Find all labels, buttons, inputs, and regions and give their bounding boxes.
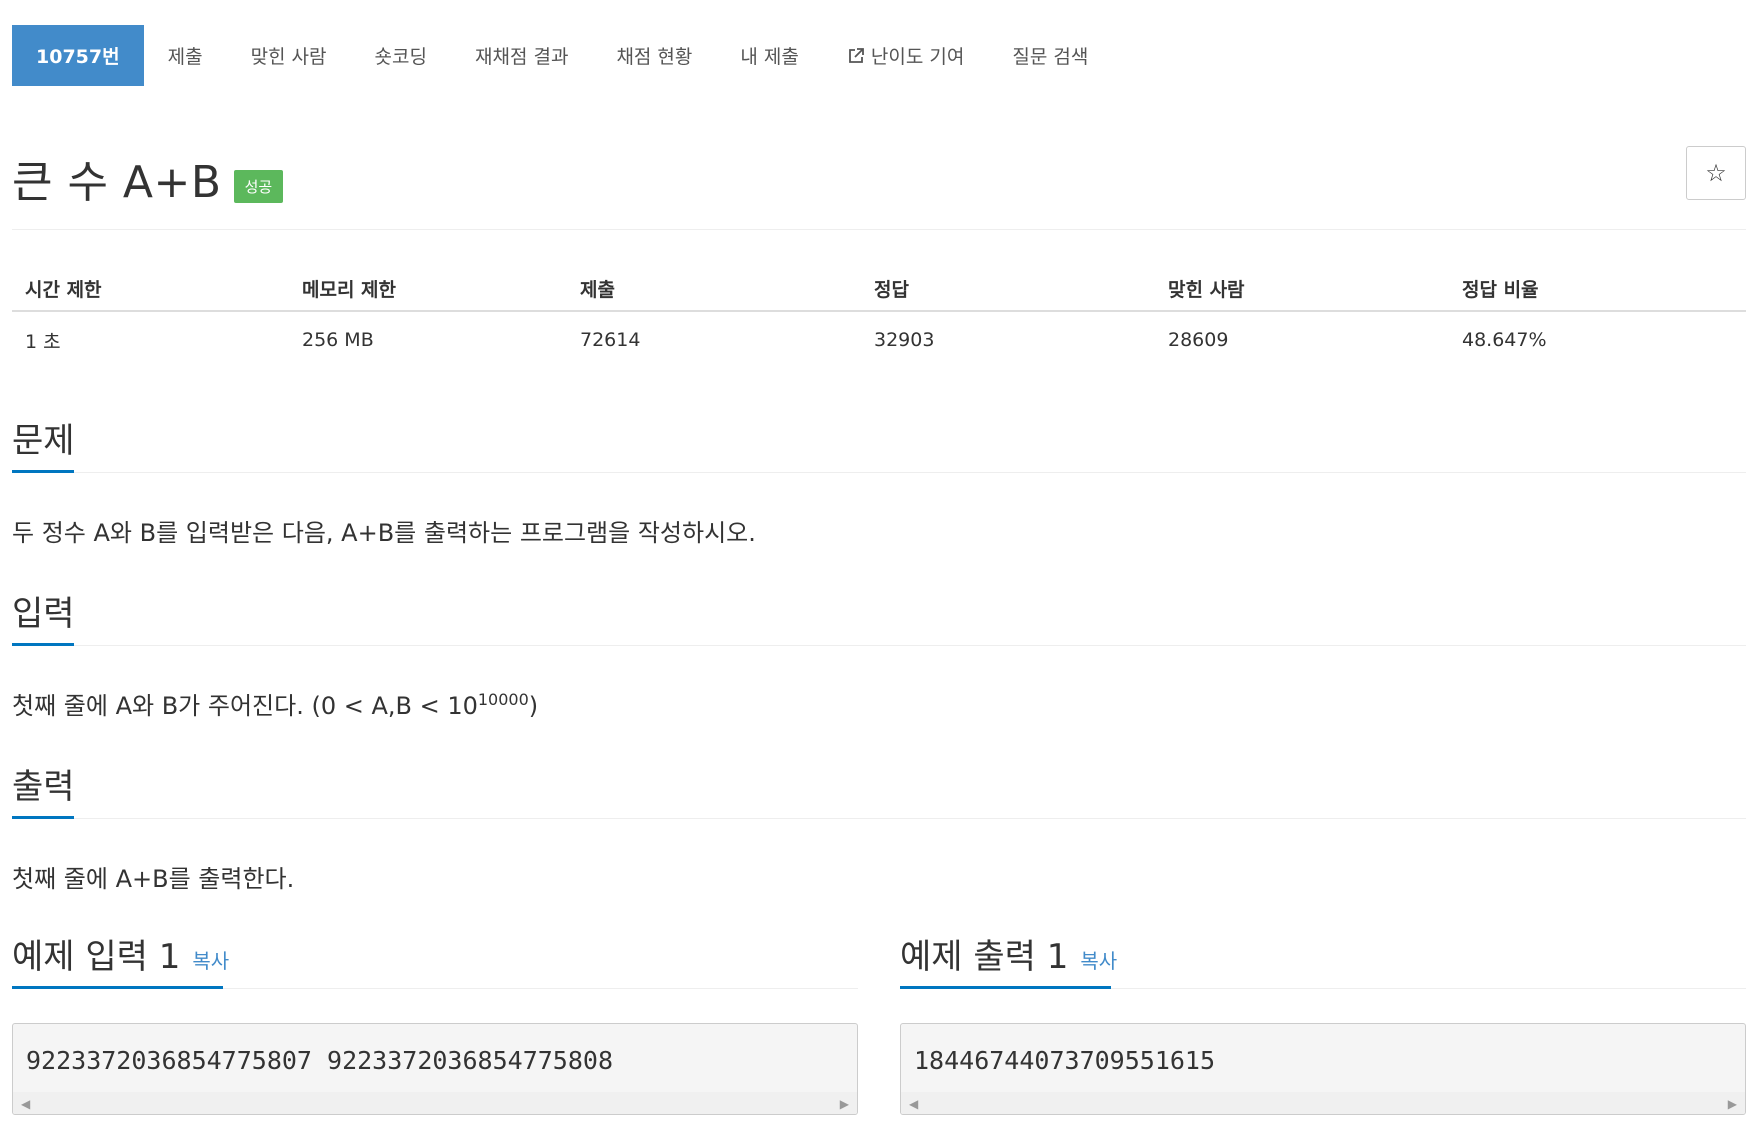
problem-info-table: 시간 제한 메모리 제한 제출 정답 맞힌 사람 정답 비율 1 초 256 M… (12, 266, 1746, 368)
header-accept-ratio: 정답 비율 (1462, 278, 1539, 301)
tab-problem-number[interactable]: 10757번 (12, 25, 144, 86)
sample-output-section: 예제 출력 1 복사 18446744073709551615 ◀ ▶ (900, 934, 1746, 1115)
header-solved-users: 맞힌 사람 (1168, 278, 1245, 301)
section-heading: 문제 (12, 418, 1746, 473)
tab-my-submissions[interactable]: 내 제출 (716, 25, 822, 86)
sample-input-value: 9223372036854775807 9223372036854775808 (26, 1046, 613, 1075)
tab-solved-users[interactable]: 맞힌 사람 (227, 25, 351, 86)
output-heading: 출력 (12, 767, 75, 807)
section-heading: 예제 출력 1 복사 (900, 934, 1746, 989)
favorite-star-button[interactable]: ☆ (1686, 146, 1746, 200)
header-submissions: 제출 (580, 278, 615, 301)
external-link-icon (847, 47, 865, 65)
input-text-suffix: ) (528, 692, 539, 720)
title-divider (12, 229, 1746, 230)
sample-input-box[interactable]: 9223372036854775807 9223372036854775808 … (12, 1023, 858, 1115)
heading-underline (12, 470, 74, 473)
sample-output-heading: 예제 출력 1 (900, 937, 1069, 977)
scroll-right-icon[interactable]: ▶ (840, 1097, 849, 1111)
sample-input-heading-wrap: 예제 입력 1 복사 (12, 929, 229, 978)
problem-heading: 문제 (12, 421, 75, 461)
section-heading: 입력 (12, 591, 1746, 646)
value-accept-ratio: 48.647% (1462, 329, 1547, 351)
input-heading: 입력 (12, 594, 75, 634)
input-text-exponent: 10000 (477, 690, 529, 709)
header-time-limit: 시간 제한 (25, 278, 102, 301)
tab-difficulty-contribution-label: 난이도 기여 (870, 46, 965, 68)
horizontal-scrollbar[interactable]: ◀ ▶ (901, 1092, 1745, 1114)
heading-underline (12, 986, 223, 989)
page-title: 큰 수 A+B (12, 157, 222, 208)
heading-underline (900, 986, 1111, 989)
heading-underline (12, 816, 74, 819)
problem-description-section: 문제 두 정수 A와 B를 입력받은 다음, A+B를 출력하는 프로그램을 작… (12, 418, 1746, 548)
section-heading: 출력 (12, 764, 1746, 819)
value-solved-users: 28609 (1168, 329, 1229, 351)
value-accepted: 32903 (874, 329, 935, 351)
scroll-right-icon[interactable]: ▶ (1728, 1097, 1737, 1111)
header-memory-limit: 메모리 제한 (302, 278, 397, 301)
header-accepted: 정답 (874, 278, 909, 301)
heading-underline (12, 643, 74, 646)
status-badge: 성공 (233, 169, 284, 203)
horizontal-scrollbar[interactable]: ◀ ▶ (13, 1092, 857, 1114)
table-row: 1 초 256 MB 72614 32903 28609 48.647% (12, 312, 1746, 368)
sample-output-value: 18446744073709551615 (914, 1046, 1216, 1075)
tab-judge-status[interactable]: 채점 현황 (592, 25, 716, 86)
value-time-limit: 1 초 (25, 330, 61, 353)
problem-text: 두 정수 A와 B를 입력받은 다음, A+B를 출력하는 프로그램을 작성하시… (12, 519, 756, 547)
star-icon: ☆ (1705, 159, 1727, 187)
input-text-prefix: 첫째 줄에 A와 B가 주어진다. (0 < A,B < 10 (12, 692, 478, 720)
value-submissions: 72614 (580, 329, 641, 351)
input-text: 첫째 줄에 A와 B가 주어진다. (0 < A,B < 1010000) (12, 686, 1746, 721)
tab-submit[interactable]: 제출 (144, 25, 227, 86)
output-text: 첫째 줄에 A+B를 출력한다. (12, 865, 295, 893)
sample-output-box[interactable]: 18446744073709551615 ◀ ▶ (900, 1023, 1746, 1115)
copy-output-link[interactable]: 복사 (1080, 949, 1117, 973)
tab-difficulty-contribution[interactable]: 난이도 기여 (823, 25, 988, 86)
tab-short-coding[interactable]: 숏코딩 (351, 25, 451, 86)
sample-input-section: 예제 입력 1 복사 9223372036854775807 9223372036… (12, 934, 858, 1115)
scroll-left-icon[interactable]: ◀ (909, 1097, 918, 1111)
problem-title-row: 큰 수 A+B 성공 (12, 146, 284, 210)
tab-rejudge-results[interactable]: 재채점 결과 (451, 25, 592, 86)
problem-nav: 10757번 제출 맞힌 사람 숏코딩 재채점 결과 채점 현황 내 제출 난이… (12, 25, 1112, 86)
tab-question-search[interactable]: 질문 검색 (988, 25, 1112, 86)
value-memory-limit: 256 MB (302, 329, 374, 351)
section-heading: 예제 입력 1 복사 (12, 934, 858, 989)
sample-output-heading-wrap: 예제 출력 1 복사 (900, 929, 1117, 978)
sample-input-heading: 예제 입력 1 (12, 937, 181, 977)
scroll-left-icon[interactable]: ◀ (21, 1097, 30, 1111)
table-header-row: 시간 제한 메모리 제한 제출 정답 맞힌 사람 정답 비율 (12, 266, 1746, 312)
copy-input-link[interactable]: 복사 (192, 949, 229, 973)
input-section: 입력 첫째 줄에 A와 B가 주어진다. (0 < A,B < 1010000) (12, 591, 1746, 721)
output-section: 출력 첫째 줄에 A+B를 출력한다. (12, 764, 1746, 894)
